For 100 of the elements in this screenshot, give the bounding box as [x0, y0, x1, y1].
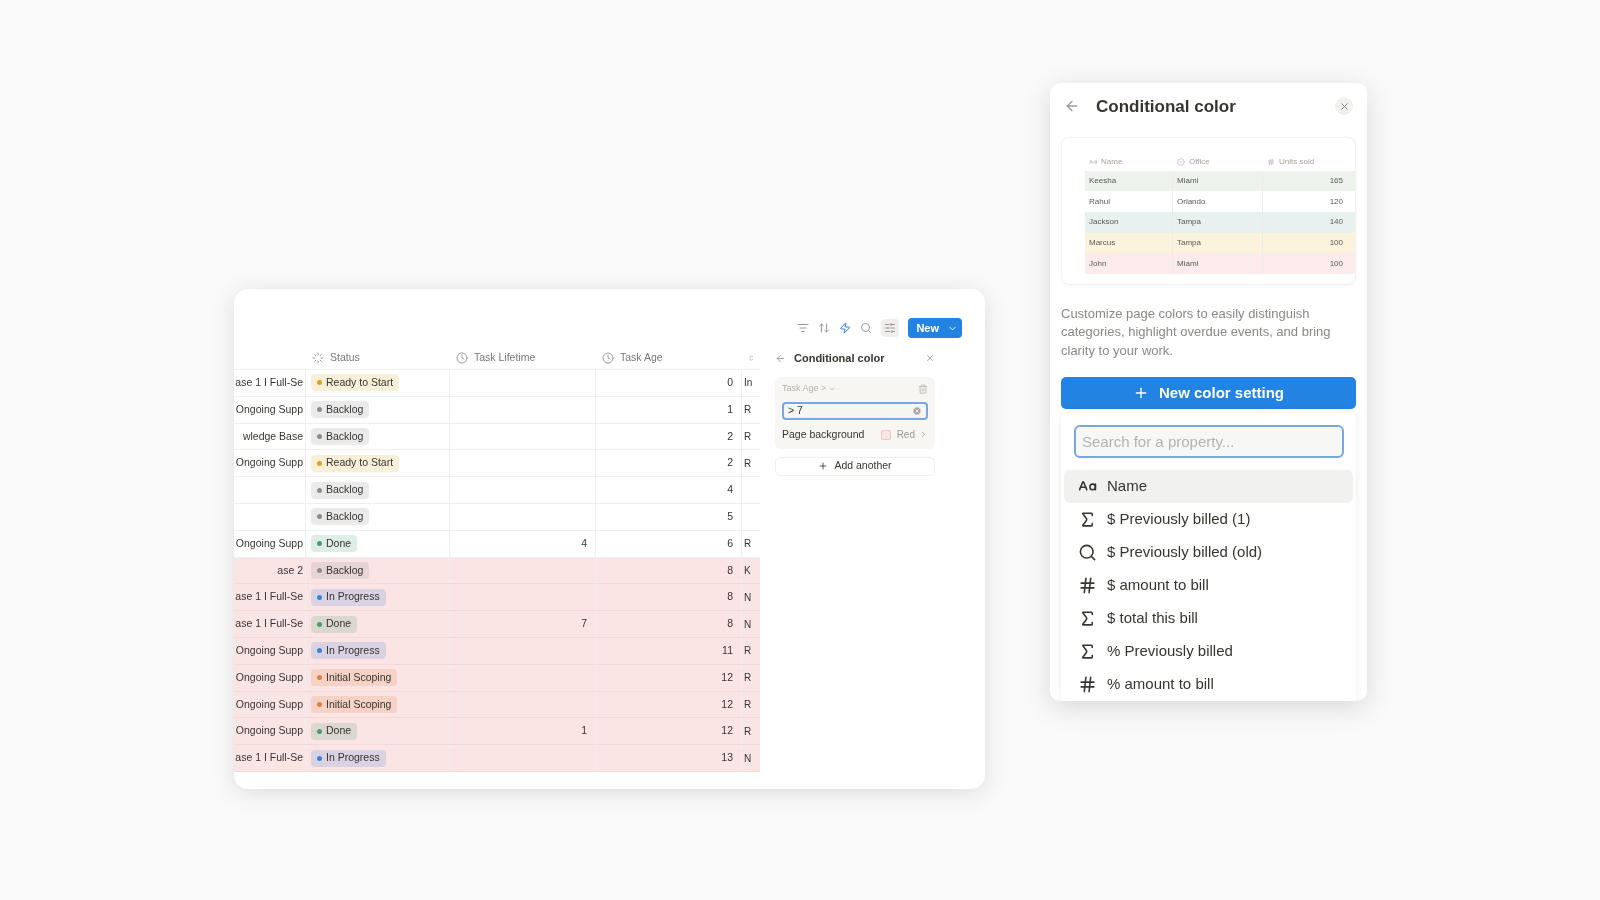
status-tag: Backlog	[311, 481, 370, 499]
status-tag: Done	[311, 615, 358, 633]
column-header[interactable]: Status	[330, 350, 360, 366]
table-cell: ase 1 I Full-Se	[235, 750, 303, 766]
status-tag: Done	[311, 722, 358, 740]
table-cell-text: wledge Base	[242, 428, 303, 444]
value-field[interactable]: > 7	[782, 401, 928, 420]
add-another-button[interactable]: Add another	[775, 456, 935, 476]
table-row[interactable]: Ongoing Supp Backlog 1 R	[234, 396, 760, 424]
table-row[interactable]: Backlog 5	[234, 504, 760, 531]
table-cell-text: ase 2	[277, 562, 303, 578]
status-tag: In Progress	[311, 588, 386, 606]
property-menu-item[interactable]: $ total this bill	[1064, 602, 1353, 635]
table-row[interactable]: ase 1 I Full-Se In Progress 8 N	[234, 584, 760, 612]
table-row[interactable]: Ongoing Supp Done 1 12 R	[234, 718, 760, 746]
table-cell-text: Ongoing Supp	[235, 696, 303, 712]
table-cell-text: 12	[721, 723, 733, 739]
table-cell-text: 12	[721, 696, 733, 712]
table-cell: Keesha	[1089, 175, 1117, 188]
table-cell: 8	[727, 616, 733, 632]
table-cell-text: R	[744, 430, 752, 444]
table-row[interactable]: Ongoing Supp Initial Scoping 12 R	[234, 691, 760, 719]
property-menu-item[interactable]: % amount to bill	[1064, 668, 1353, 701]
column-header[interactable]: Task Age	[620, 350, 663, 366]
chevron-right-icon[interactable]	[919, 430, 928, 439]
status-tag: In Progress	[311, 642, 386, 660]
table-cell-text: 4	[581, 535, 587, 551]
back-icon[interactable]	[775, 352, 786, 364]
status-tag: In Progress	[311, 749, 386, 767]
table-cell: Tampa	[1177, 216, 1201, 229]
new-button[interactable]: New	[908, 318, 962, 338]
property-menu-item[interactable]: Name	[1064, 470, 1353, 503]
table-row[interactable]: ase 1 I Full-Se In Progress 13 N	[234, 745, 760, 772]
table-cell-text: R	[744, 644, 752, 659]
sort-icon[interactable]	[818, 322, 831, 334]
hash-icon	[1078, 576, 1097, 595]
property-search-field[interactable]: Search for a property...	[1074, 425, 1344, 458]
column-header: Office	[1189, 156, 1210, 169]
table-cell: 120	[1329, 195, 1343, 208]
status-tag: Initial Scoping	[311, 695, 398, 713]
settings-icon[interactable]	[881, 319, 900, 337]
clear-icon[interactable]	[912, 405, 922, 416]
panel-title: Conditional color	[794, 350, 886, 366]
table-cell: Miami	[1177, 257, 1199, 270]
table-cell-text: 8	[727, 562, 733, 578]
search-icon	[1078, 543, 1097, 562]
table-row[interactable]: ase 1 I Full-Se Done 7 8 N	[234, 611, 760, 638]
table-cell-text: Ongoing Supp	[235, 535, 303, 551]
clock-icon	[602, 352, 614, 364]
hash-icon	[1078, 675, 1097, 694]
table-cell: Tampa	[1177, 236, 1201, 249]
table-cell-text: R	[744, 403, 752, 418]
panel-title: Conditional color	[1096, 95, 1237, 118]
table-cell-text: ase 1 I Full-Se	[235, 589, 303, 605]
status-tag: Done	[311, 535, 358, 553]
lightning-icon[interactable]	[839, 322, 852, 334]
status-tag: Ready to Start	[311, 454, 400, 472]
table-cell: 4	[727, 482, 733, 498]
table-row[interactable]: ase 1 I Full-Se Ready to Start 0 In	[234, 370, 760, 397]
filter-icon[interactable]	[797, 322, 810, 334]
table-cell: John	[1089, 257, 1107, 270]
table-row[interactable]: wledge Base Backlog 2 R	[234, 423, 760, 451]
property-menu-item[interactable]: % Previously billed	[1064, 635, 1353, 668]
close-icon[interactable]	[925, 353, 935, 363]
table-cell-text: ase 1 I Full-Se	[235, 375, 303, 390]
table-cell-text: N	[744, 617, 752, 632]
plus-icon[interactable]	[818, 461, 829, 471]
table-cell: 100	[1329, 236, 1343, 249]
table-cell-text: 1	[581, 723, 587, 739]
table-cell: 100	[1329, 257, 1343, 270]
new-color-setting-button[interactable]: New color setting	[1061, 377, 1356, 409]
property-menu-item[interactable]: $ Previously billed (old)	[1064, 536, 1353, 569]
table-cell-text: 0	[727, 375, 733, 390]
search-icon[interactable]	[860, 322, 873, 334]
table-cell: 140	[1329, 216, 1343, 229]
close-icon[interactable]	[1335, 97, 1353, 116]
table-cell: Marcus	[1089, 236, 1116, 249]
text-type-icon	[1089, 158, 1097, 167]
table-row[interactable]: Ongoing Supp In Progress 11 R	[234, 637, 760, 665]
select-icon	[1177, 158, 1185, 167]
table-row[interactable]: ase 2 Backlog 8 K	[234, 557, 760, 585]
column-header[interactable]: Task Lifetime	[474, 350, 536, 366]
property-menu-item[interactable]: $ Previously billed (1)	[1064, 503, 1353, 536]
table-row[interactable]: Backlog 4	[234, 477, 760, 504]
table-cell-text: 5	[727, 509, 733, 524]
table-cell-text: 12	[721, 669, 733, 685]
table-cell-text: In	[744, 376, 753, 391]
table-row[interactable]: Ongoing Supp Done 4 6 R	[234, 530, 760, 558]
table-cell-text: 1	[727, 401, 733, 417]
table-row[interactable]: Ongoing Supp Initial Scoping 12 R	[234, 664, 760, 692]
property-menu-item[interactable]: $ amount to bill	[1064, 569, 1353, 602]
table-cell-text: 6	[727, 535, 733, 551]
table-cell-text: 8	[727, 589, 733, 605]
trash-icon[interactable]	[918, 383, 928, 394]
target-label: Page background	[782, 426, 866, 442]
table-cell: Rahul	[1089, 195, 1110, 208]
table-cell-text: 2	[727, 455, 733, 471]
table-cell-text: R	[744, 724, 752, 739]
table-row[interactable]: Ongoing Supp Ready to Start 2 R	[234, 450, 760, 478]
table-cell: Miami	[1177, 175, 1199, 188]
